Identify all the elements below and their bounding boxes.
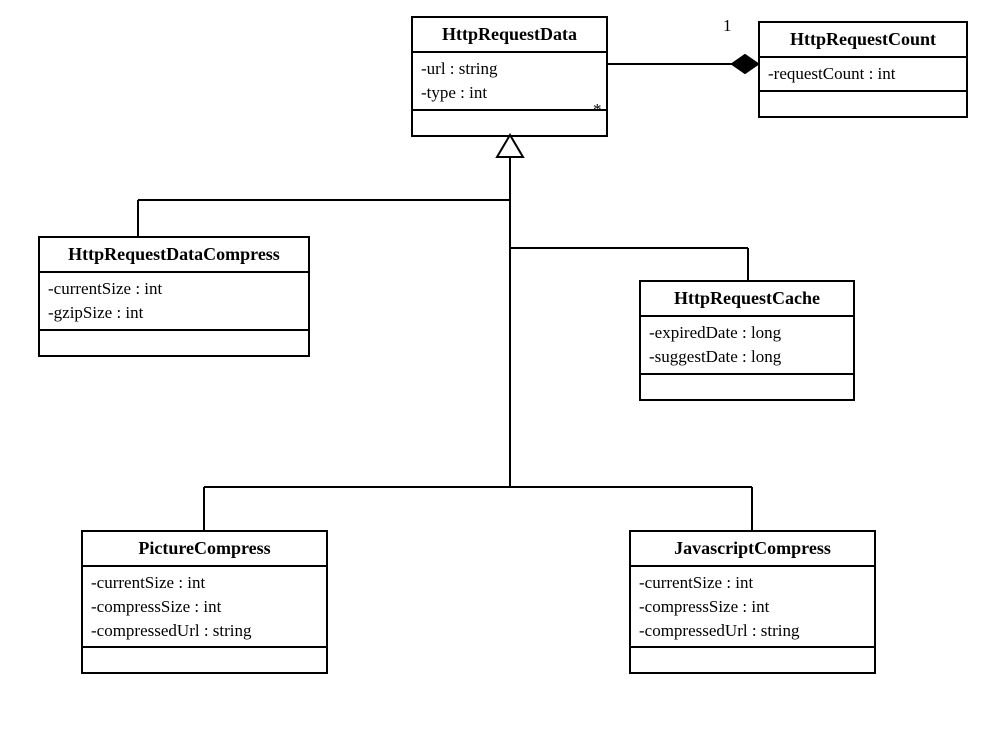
attr-row: -currentSize : int bbox=[48, 277, 300, 301]
class-ops bbox=[40, 331, 308, 355]
class-ops bbox=[641, 375, 853, 399]
class-http-request-data-compress: HttpRequestDataCompress -currentSize : i… bbox=[38, 236, 310, 357]
branch-to-compress bbox=[138, 200, 510, 236]
branch-to-cache bbox=[510, 248, 748, 280]
class-attrs: -currentSize : int -gzipSize : int bbox=[40, 273, 308, 331]
composition-link bbox=[608, 55, 758, 73]
class-http-request-cache: HttpRequestCache -expiredDate : long -su… bbox=[639, 280, 855, 401]
multiplicity-one: 1 bbox=[723, 16, 732, 36]
class-ops bbox=[760, 92, 966, 116]
attr-row: -suggestDate : long bbox=[649, 345, 845, 369]
class-title: HttpRequestData bbox=[413, 18, 606, 53]
class-attrs: -currentSize : int -compressSize : int -… bbox=[83, 567, 326, 648]
attr-row: -url : string bbox=[421, 57, 598, 81]
class-title: HttpRequestCount bbox=[760, 23, 966, 58]
class-ops bbox=[413, 111, 606, 135]
class-http-request-count: HttpRequestCount -requestCount : int bbox=[758, 21, 968, 118]
class-ops bbox=[83, 648, 326, 672]
branch-to-picture bbox=[204, 487, 510, 530]
class-javascript-compress: JavascriptCompress -currentSize : int -c… bbox=[629, 530, 876, 674]
class-title: JavascriptCompress bbox=[631, 532, 874, 567]
generalization-triangle bbox=[497, 135, 523, 487]
class-attrs: -url : string -type : int bbox=[413, 53, 606, 111]
attr-row: -compressSize : int bbox=[639, 595, 866, 619]
class-attrs: -expiredDate : long -suggestDate : long bbox=[641, 317, 853, 375]
class-ops bbox=[631, 648, 874, 672]
attr-row: -type : int bbox=[421, 81, 598, 105]
class-picture-compress: PictureCompress -currentSize : int -comp… bbox=[81, 530, 328, 674]
attr-row: -currentSize : int bbox=[639, 571, 866, 595]
attr-row: -compressedUrl : string bbox=[91, 619, 318, 643]
class-title: HttpRequestCache bbox=[641, 282, 853, 317]
class-title: PictureCompress bbox=[83, 532, 326, 567]
multiplicity-many: * bbox=[593, 100, 602, 120]
class-title: HttpRequestDataCompress bbox=[40, 238, 308, 273]
attr-row: -compressedUrl : string bbox=[639, 619, 866, 643]
class-attrs: -currentSize : int -compressSize : int -… bbox=[631, 567, 874, 648]
class-http-request-data: HttpRequestData -url : string -type : in… bbox=[411, 16, 608, 137]
attr-row: -gzipSize : int bbox=[48, 301, 300, 325]
branch-to-javascript bbox=[510, 487, 752, 530]
attr-row: -requestCount : int bbox=[768, 62, 958, 86]
attr-row: -currentSize : int bbox=[91, 571, 318, 595]
attr-row: -expiredDate : long bbox=[649, 321, 845, 345]
class-attrs: -requestCount : int bbox=[760, 58, 966, 92]
attr-row: -compressSize : int bbox=[91, 595, 318, 619]
